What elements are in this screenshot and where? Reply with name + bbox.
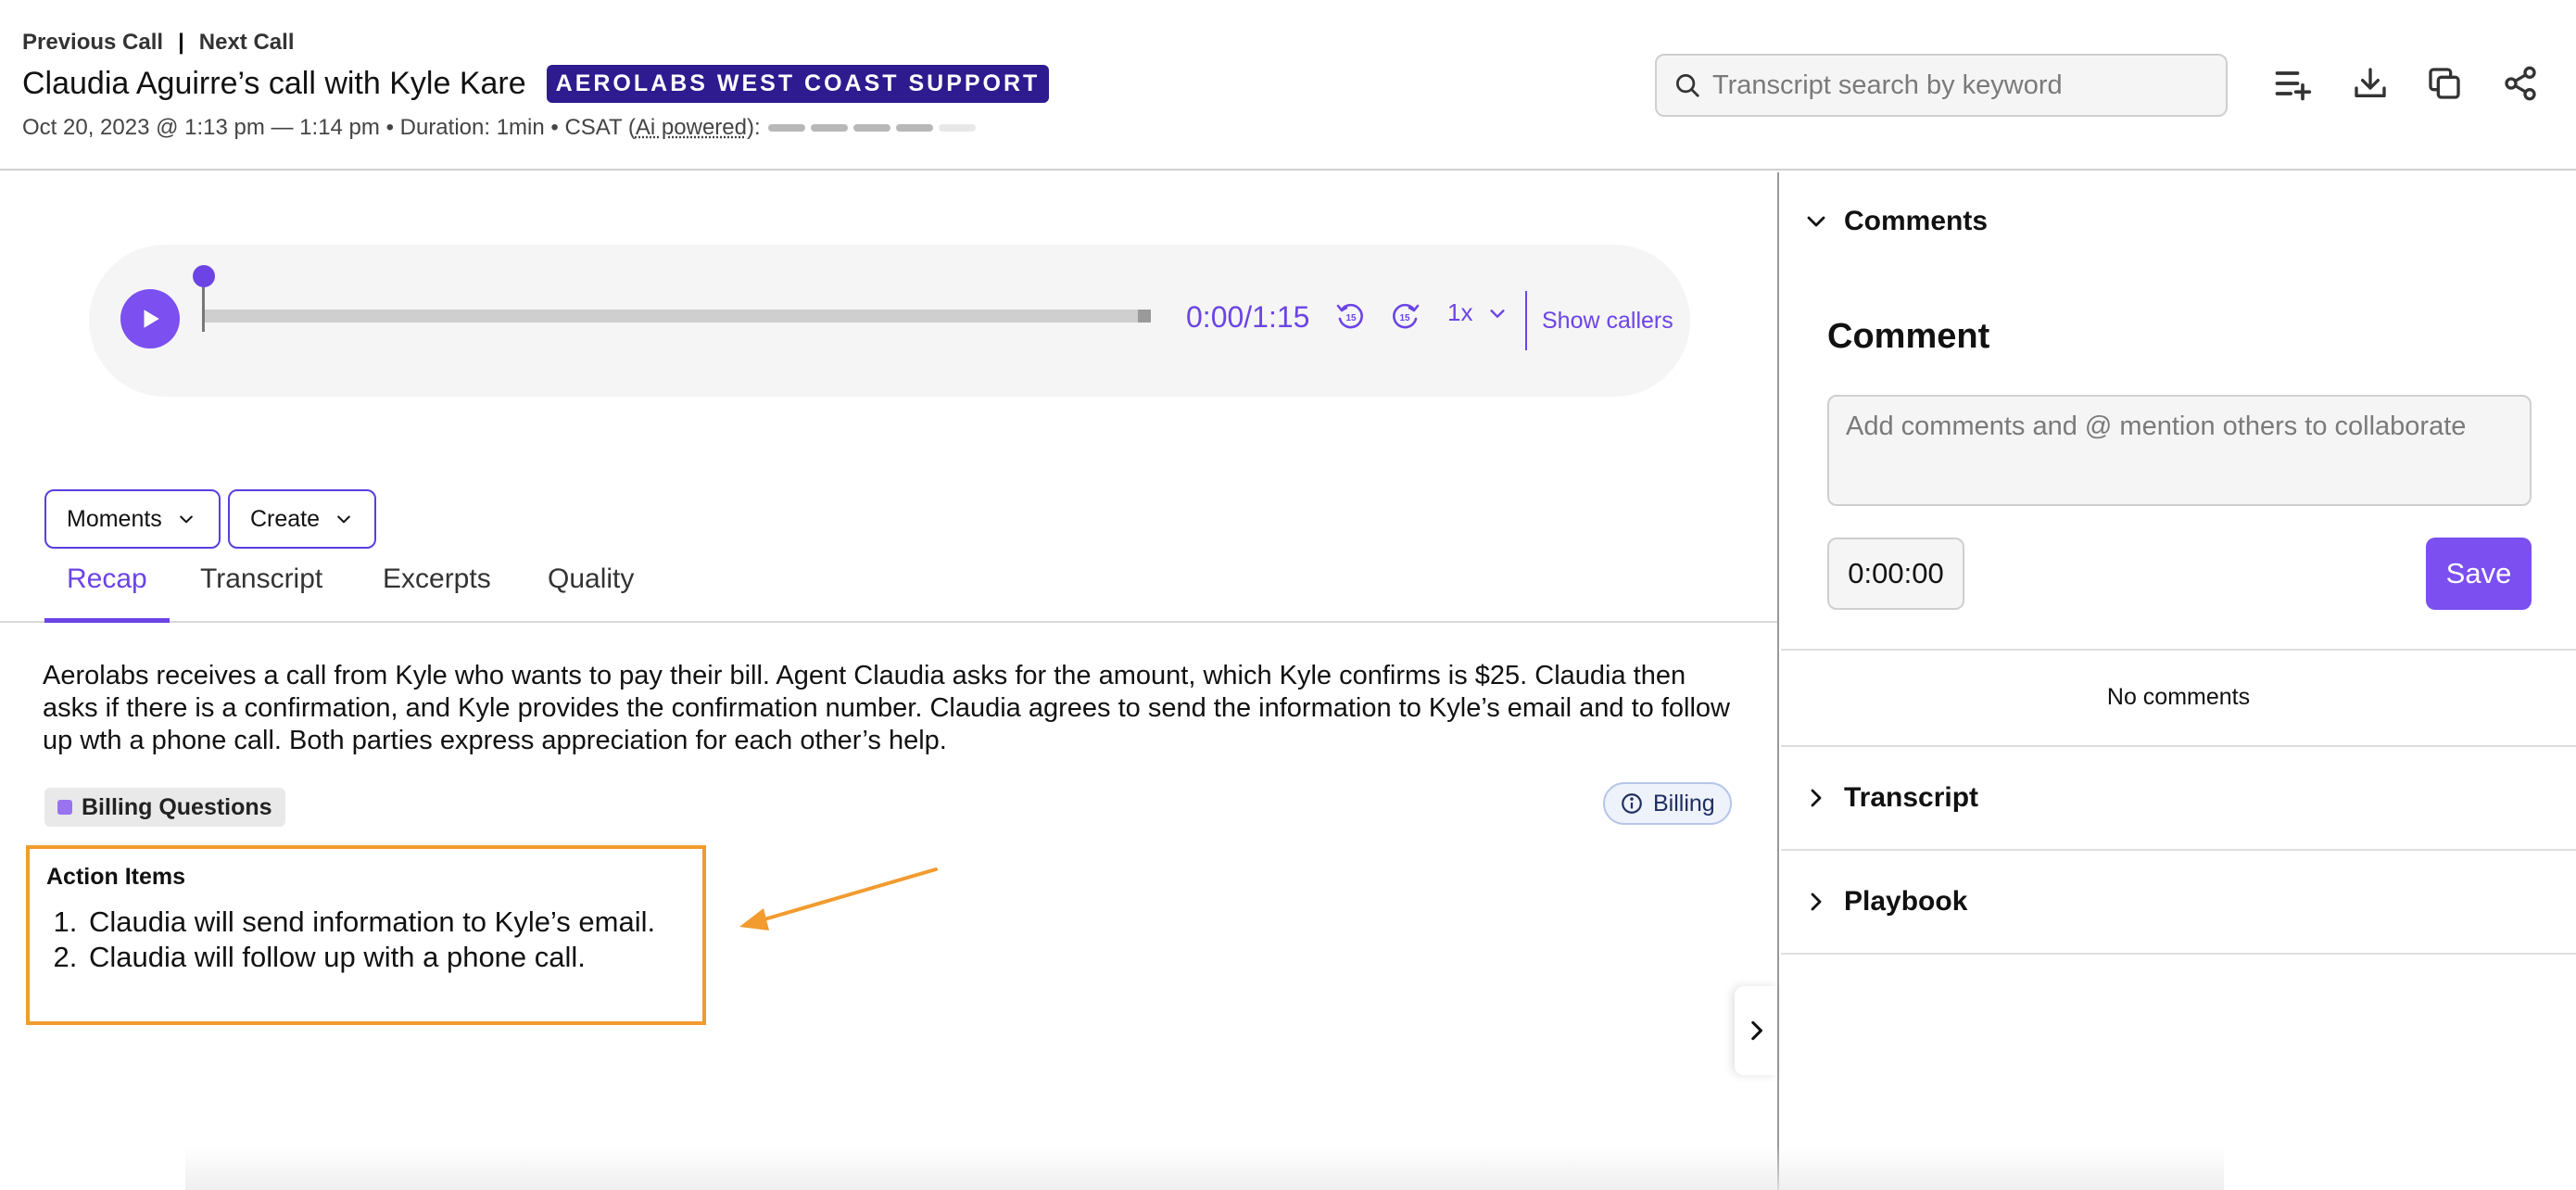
team-badge: AEROLABS WEST COAST SUPPORT (546, 65, 1050, 103)
previous-call-link[interactable]: Previous Call (22, 30, 163, 56)
csat-segment-filled (852, 124, 890, 132)
divider (1781, 953, 2576, 955)
transcript-search[interactable] (1655, 54, 2228, 117)
call-meta: Oct 20, 2023 @ 1:13 pm — 1:14 pm • Durat… (22, 115, 976, 141)
player-divider (1525, 291, 1527, 350)
track-end-marker (1138, 310, 1151, 323)
comment-timestamp-input[interactable] (1827, 538, 1964, 610)
info-icon (1622, 793, 1642, 814)
call-navigation: Previous Call | Next Call (22, 30, 294, 56)
show-callers-button[interactable]: Show callers (1542, 308, 1673, 335)
title-row: Claudia Aguirre’s call with Kyle Kare AE… (22, 65, 1050, 103)
chevron-right-icon (1811, 789, 1822, 807)
skip-forward-15-icon[interactable]: 15 (1388, 300, 1421, 334)
search-icon (1676, 74, 1699, 97)
download-icon[interactable] (2348, 61, 2393, 106)
page-title: Claudia Aguirre’s call with Kyle Kare (22, 66, 526, 101)
transcript-search-input[interactable] (1712, 70, 2213, 101)
moments-dropdown[interactable]: Moments (44, 489, 221, 549)
share-icon[interactable] (2498, 61, 2543, 106)
topic-chip[interactable]: Billing Questions (44, 788, 285, 827)
action-items-title: Action Items (46, 864, 186, 890)
chevron-down-icon (337, 515, 350, 524)
recap-summary: Aerolabs receives a call from Kyle who w… (43, 661, 1730, 755)
playhead-handle[interactable] (193, 265, 215, 287)
play-button[interactable] (120, 289, 180, 348)
divider (1781, 849, 2576, 851)
transcript-header-label: Transcript (1844, 782, 1979, 813)
skip-back-label: 15 (1345, 313, 1357, 323)
chevron-right-icon (1811, 892, 1822, 911)
csat-segment-empty (938, 124, 976, 132)
tab-quality[interactable]: Quality (525, 560, 656, 623)
category-label: Billing (1653, 790, 1715, 817)
playback-progress-track[interactable] (202, 310, 1151, 323)
chevron-down-icon (1807, 216, 1825, 227)
action-items-box: Action Items Claudia will send informati… (26, 845, 706, 1025)
csat-segment-filled (767, 124, 805, 132)
create-label: Create (250, 505, 321, 532)
comment-title: Comment (1827, 317, 1990, 356)
sidebar: Comments Comment Save No comments Transc… (1781, 172, 2576, 1190)
divider (1781, 649, 2576, 651)
topic-color-swatch (57, 800, 72, 815)
tab-transcript[interactable]: Transcript (178, 560, 345, 623)
csat-segment-filled (895, 124, 933, 132)
transcript-accordion-header[interactable]: Transcript (1805, 782, 1978, 814)
expand-panel-button[interactable] (1735, 986, 1777, 1075)
skip-back-15-icon[interactable]: 15 (1334, 300, 1368, 334)
audio-player: 0:00/1:15 15 15 1x Show callers (89, 245, 1690, 397)
chevron-right-icon (1751, 1020, 1762, 1041)
comment-input[interactable] (1827, 395, 2532, 506)
create-dropdown[interactable]: Create (228, 489, 376, 549)
call-meta-text: Oct 20, 2023 @ 1:13 pm — 1:14 pm • Durat… (22, 115, 636, 140)
call-meta-suffix: ): (746, 115, 761, 140)
next-call-link[interactable]: Next Call (199, 30, 295, 56)
copy-icon[interactable] (2422, 61, 2467, 106)
content-tabs: Recap Transcript Excerpts Quality (0, 560, 1777, 623)
playbook-accordion-header[interactable]: Playbook (1805, 886, 1967, 918)
chevron-down-icon (179, 515, 193, 524)
chevron-down-icon (1490, 309, 1506, 318)
comments-accordion-header[interactable]: Comments (1805, 206, 1988, 237)
playbook-header-label: Playbook (1844, 886, 1968, 917)
csat-rating (767, 124, 976, 132)
play-icon (144, 310, 159, 328)
tab-recap[interactable]: Recap (44, 560, 170, 623)
save-comment-button[interactable]: Save (2426, 538, 2532, 610)
comments-header-label: Comments (1844, 206, 1989, 236)
category-chip[interactable]: Billing (1603, 782, 1732, 825)
playback-speed-value: 1x (1447, 298, 1473, 326)
action-item: Claudia will follow up with a phone call… (85, 940, 655, 975)
playback-time: 0:00/1:15 (1186, 300, 1310, 334)
topic-label: Billing Questions (82, 793, 272, 820)
nav-separator: | (178, 30, 184, 55)
skip-forward-label: 15 (1399, 313, 1410, 323)
csat-segment-filled (810, 124, 848, 132)
no-comments-message: No comments (2106, 684, 2251, 710)
moments-label: Moments (67, 505, 162, 532)
action-items-list: Claudia will send information to Kyle’s … (85, 905, 655, 975)
action-item: Claudia will send information to Kyle’s … (85, 905, 655, 940)
call-header: Previous Call | Next Call Claudia Aguirr… (0, 0, 2576, 171)
ai-powered-label[interactable]: Ai powered (636, 115, 747, 141)
tab-excerpts[interactable]: Excerpts (360, 560, 513, 623)
add-to-list-icon[interactable] (2270, 61, 2315, 106)
annotation-arrow (739, 867, 938, 930)
playback-speed-select[interactable]: 1x (1447, 298, 1508, 327)
main-content: 0:00/1:15 15 15 1x Show callers Moments … (0, 172, 1779, 1190)
divider (1781, 745, 2576, 747)
